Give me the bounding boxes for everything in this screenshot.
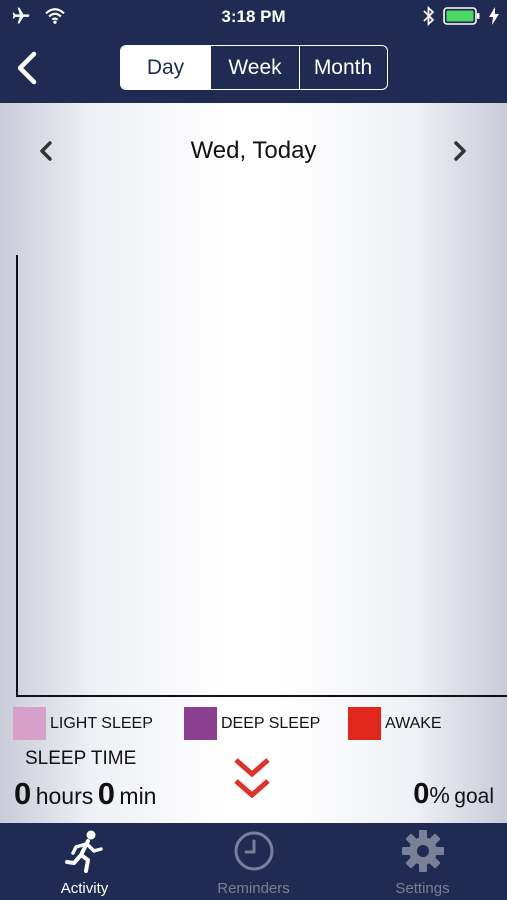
minutes-value: 0 <box>97 776 115 811</box>
status-right <box>423 6 499 26</box>
minutes-unit: min <box>119 783 157 809</box>
tab-activity[interactable]: Activity <box>0 823 169 900</box>
segment-day[interactable]: Day <box>121 46 210 89</box>
tab-label: Activity <box>60 880 109 897</box>
back-button[interactable] <box>12 48 42 88</box>
tab-bar: Activity Reminders Settings <box>0 823 507 900</box>
legend-label: AWAKE <box>385 714 442 732</box>
gear-icon <box>402 830 444 872</box>
bluetooth-icon <box>423 6 435 26</box>
segment-month[interactable]: Month <box>299 46 386 89</box>
sleep-time-label: SLEEP TIME <box>25 748 137 769</box>
legend-label: LIGHT SLEEP <box>50 714 153 732</box>
awake-swatch <box>348 707 381 740</box>
hours-value: 0 <box>14 776 32 811</box>
next-day-button[interactable] <box>450 138 470 164</box>
goal-percent-value: 0 <box>413 778 430 810</box>
period-segmented-control: Day Week Month <box>120 45 388 90</box>
battery-icon <box>443 7 480 25</box>
legend-light-sleep: LIGHT SLEEP <box>13 707 153 740</box>
chart-x-axis <box>16 695 507 697</box>
runner-icon <box>65 830 103 873</box>
status-bar: 3:18 PM <box>0 0 507 34</box>
tab-label: Reminders <box>217 880 290 897</box>
sleep-duration: 0 hours 0 min <box>14 776 156 812</box>
current-date-label: Wed, Today <box>190 137 317 164</box>
clock-icon <box>234 831 274 871</box>
expand-chevron-icon[interactable] <box>233 755 271 805</box>
sleep-chart <box>16 255 507 697</box>
hours-unit: hours <box>35 783 94 809</box>
chart-y-axis <box>16 255 18 697</box>
goal-percent-sign: % <box>429 782 450 808</box>
tab-reminders[interactable]: Reminders <box>169 823 338 900</box>
goal-progress: 0% goal <box>413 778 494 811</box>
date-navigator: Wed, Today <box>0 133 507 169</box>
tab-label: Settings <box>395 880 450 897</box>
deep-sleep-swatch <box>184 707 217 740</box>
sleep-content: Wed, Today LIGHT SLEEP DEEP SLEEP AWAKE … <box>0 103 507 823</box>
legend-deep-sleep: DEEP SLEEP <box>184 707 320 740</box>
header: 3:18 PM Day Week Month <box>0 0 507 103</box>
legend-label: DEEP SLEEP <box>221 714 321 732</box>
charging-icon <box>489 7 499 25</box>
light-sleep-swatch <box>13 707 46 740</box>
sleep-legend: LIGHT SLEEP DEEP SLEEP AWAKE <box>0 707 507 741</box>
legend-awake: AWAKE <box>348 707 442 740</box>
goal-label: goal <box>454 785 494 808</box>
segment-week[interactable]: Week <box>210 46 299 89</box>
tab-settings[interactable]: Settings <box>338 823 507 900</box>
